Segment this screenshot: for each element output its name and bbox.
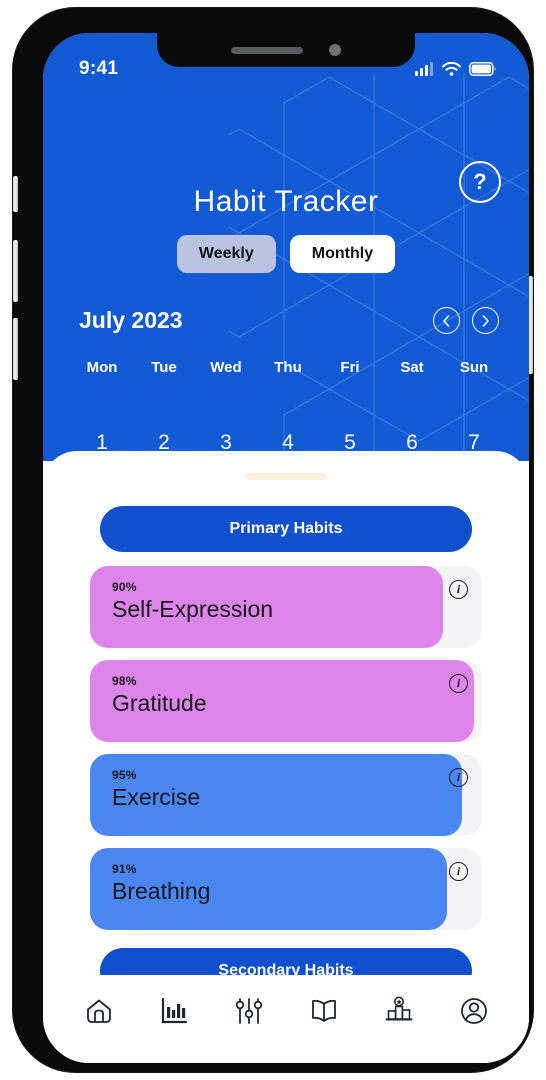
battery-icon	[469, 62, 496, 76]
earpiece-speaker	[231, 46, 303, 54]
weekday-label: Thu	[274, 359, 302, 376]
bar-chart-icon	[161, 997, 187, 1024]
nav-item-profile[interactable]	[452, 989, 496, 1033]
info-icon[interactable]: i	[449, 862, 468, 881]
nav-item-settings[interactable]	[227, 989, 271, 1033]
phone-notch	[157, 33, 415, 67]
habit-percent-label: 95%	[112, 768, 137, 782]
weekday-label: Sat	[400, 359, 424, 376]
weekday-label: Mon	[86, 359, 118, 376]
weekday-label: Fri	[340, 359, 360, 376]
tab-monthly[interactable]: Monthly	[289, 235, 396, 273]
prev-month-button[interactable]	[433, 307, 460, 334]
view-toggle-group: Weekly Monthly	[43, 235, 529, 273]
sheet-drag-handle[interactable]	[245, 473, 327, 480]
habit-card[interactable]: 98% Gratitude i	[90, 660, 482, 742]
front-camera	[329, 44, 341, 56]
status-icons	[415, 62, 497, 76]
habit-name-label: Breathing	[112, 878, 211, 904]
profile-icon	[460, 998, 487, 1024]
habit-text-group: 95% Exercise	[112, 768, 200, 811]
habit-text-group: 90% Self-Expression	[112, 580, 273, 623]
habit-name-label: Self-Expression	[112, 596, 274, 622]
phone-frame: 9:41 ? Habit Tracker Weekly Monthly July…	[13, 8, 533, 1072]
silence-switch[interactable]	[13, 176, 18, 212]
habit-card[interactable]: 91% Breathing i	[90, 848, 482, 930]
question-mark-icon: ?	[473, 169, 487, 194]
nav-item-statistics[interactable]	[152, 989, 196, 1033]
habit-percent-label: 98%	[112, 674, 137, 688]
habit-name-label: Gratitude	[112, 690, 207, 716]
bottom-navigation-bar	[43, 975, 529, 1063]
sliders-icon	[235, 998, 262, 1024]
weekday-label: Tue	[151, 359, 177, 376]
habits-sheet: Primary Habits 90% Self-Expression i 98% Gra…	[43, 451, 529, 1063]
nav-item-home[interactable]	[77, 989, 121, 1033]
podium-icon	[385, 996, 412, 1021]
chevron-left-icon	[443, 314, 450, 327]
weekday-label: Wed	[210, 359, 242, 376]
habit-card[interactable]: 95% Exercise i	[90, 754, 482, 836]
weekday-label: Sun	[459, 359, 489, 376]
tab-weekly[interactable]: Weekly	[176, 235, 276, 273]
chevron-right-icon	[482, 314, 489, 327]
home-icon	[86, 999, 111, 1023]
month-nav-controls	[433, 307, 499, 334]
primary-habits-section-button[interactable]: Primary Habits	[100, 506, 472, 552]
habit-list: 90% Self-Expression i 98% Gratitude i 95% Exerc…	[43, 566, 529, 930]
habit-card[interactable]: 90% Self-Expression i	[90, 566, 482, 648]
habit-percent-label: 90%	[112, 580, 137, 594]
habit-name-label: Exercise	[112, 784, 201, 810]
nav-item-leaderboard[interactable]	[377, 989, 421, 1033]
app-header: 9:41 ? Habit Tracker Weekly Monthly July…	[43, 33, 529, 461]
volume-up-button[interactable]	[13, 240, 18, 302]
month-navigation-row: July 2023	[79, 307, 499, 334]
info-icon[interactable]: i	[449, 674, 468, 693]
next-month-button[interactable]	[472, 307, 499, 334]
status-time: 9:41	[79, 58, 119, 79]
info-icon[interactable]: i	[449, 768, 468, 787]
page-title: Habit Tracker	[193, 185, 379, 218]
nav-item-journal[interactable]	[302, 989, 346, 1033]
book-icon	[311, 999, 336, 1022]
help-button[interactable]: ?	[459, 161, 501, 203]
month-label: July 2023	[79, 307, 183, 333]
info-icon[interactable]: i	[449, 580, 468, 599]
weekday-header-row: Mon Tue Wed Thu Fri Sat Sun	[71, 359, 505, 376]
phone-screen: 9:41 ? Habit Tracker Weekly Monthly July…	[43, 33, 529, 1063]
habit-text-group: 98% Gratitude	[112, 674, 207, 717]
habit-text-group: 91% Breathing	[112, 862, 210, 905]
volume-down-button[interactable]	[13, 318, 18, 380]
wifi-icon	[442, 62, 461, 76]
cellular-signal-icon	[415, 62, 433, 76]
habit-percent-label: 91%	[112, 862, 137, 876]
